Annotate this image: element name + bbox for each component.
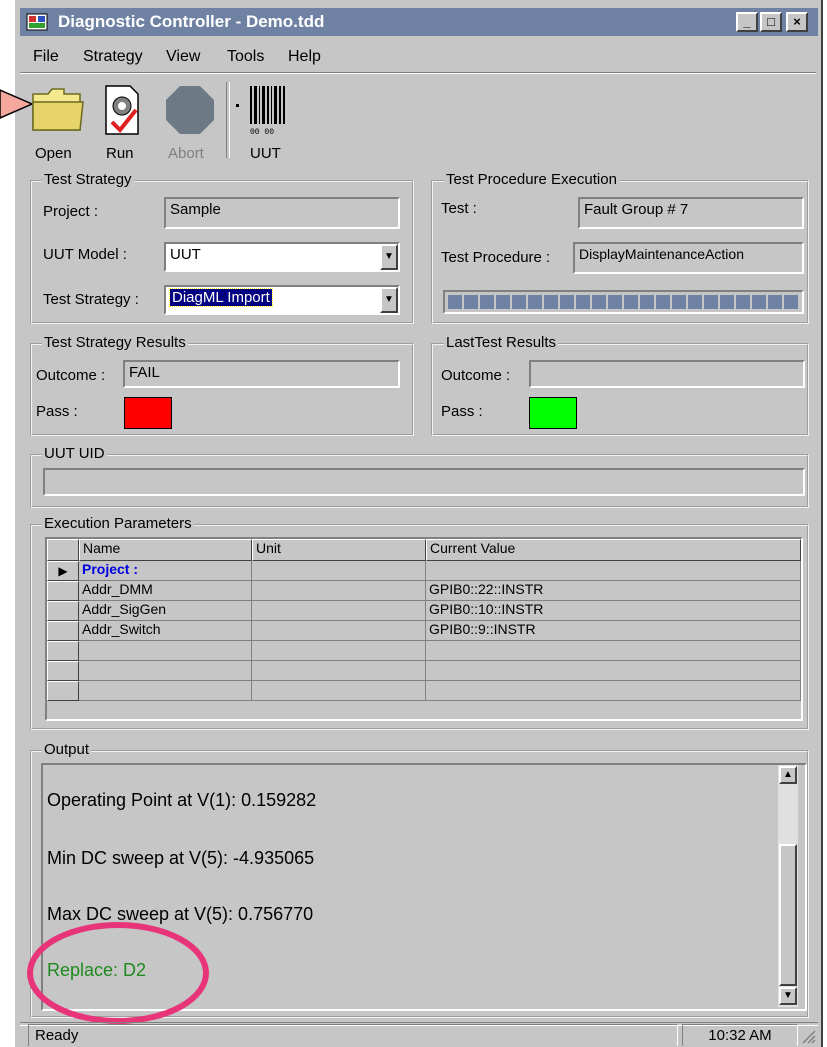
table-cell[interactable]	[79, 641, 252, 661]
maximize-button[interactable]: □	[760, 12, 782, 32]
close-button[interactable]: ×	[786, 12, 808, 32]
svg-text:00 00: 00 00	[250, 128, 274, 136]
test-strategy-value: DiagML Import	[169, 288, 273, 307]
resize-grip-icon[interactable]	[800, 1028, 816, 1044]
window-title: Diagnostic Controller - Demo.tdd	[58, 12, 325, 31]
test-strategy-title: Test Strategy	[42, 171, 134, 188]
table-cell[interactable]	[252, 621, 426, 641]
uut-uid-field	[43, 468, 805, 496]
last-pass-indicator	[529, 397, 577, 429]
strategy-pass-indicator	[124, 397, 172, 429]
menu-divider	[20, 72, 816, 74]
run-label: Run	[106, 145, 134, 162]
table-cell[interactable]	[426, 681, 801, 701]
uut-model-label: UUT Model :	[43, 246, 127, 263]
uut-uid-title: UUT UID	[42, 445, 107, 462]
execution-params-title: Execution Parameters	[42, 515, 194, 532]
table-cell[interactable]	[252, 681, 426, 701]
last-outcome-label: Outcome :	[441, 367, 511, 384]
uut-model-dropdown-icon[interactable]: ▼	[380, 244, 398, 270]
menu-tools[interactable]: Tools	[227, 48, 264, 66]
table-cell[interactable]: GPIB0::9::INSTR	[426, 621, 801, 641]
menu-strategy[interactable]: Strategy	[83, 48, 143, 66]
test-strategy-select[interactable]: DiagML Import	[164, 285, 400, 315]
table-cell[interactable]	[79, 681, 252, 701]
row-selector[interactable]	[47, 681, 79, 701]
minimize-button[interactable]: _	[736, 12, 758, 32]
output-title: Output	[42, 741, 92, 758]
toolbar-separator	[226, 82, 230, 158]
table-cell[interactable]: Addr_DMM	[79, 581, 252, 601]
table-cell[interactable]: Project :	[79, 561, 252, 581]
progress-fill	[448, 295, 799, 309]
current-row-pointer-icon[interactable]: ▶	[47, 561, 79, 581]
last-outcome-field	[529, 360, 805, 388]
strategy-outcome-field: FAIL	[123, 360, 400, 388]
table-cell[interactable]	[252, 581, 426, 601]
test-strategy-label: Test Strategy :	[43, 291, 139, 308]
row-selector[interactable]	[47, 601, 79, 621]
uut-label: UUT	[250, 145, 281, 162]
table-cell[interactable]	[252, 601, 426, 621]
grid-corner	[47, 539, 79, 561]
project-label: Project :	[43, 203, 99, 220]
row-selector[interactable]	[47, 641, 79, 661]
strategy-results-title: Test Strategy Results	[42, 334, 188, 351]
scroll-thumb[interactable]	[779, 844, 797, 986]
table-cell[interactable]	[252, 641, 426, 661]
run-document-icon	[105, 85, 139, 135]
test-procedure-label: Test Procedure :	[441, 249, 551, 266]
output-line: Operating Point at V(1): 0.159282	[47, 790, 317, 810]
table-cell[interactable]	[426, 561, 801, 581]
abort-label: Abort	[168, 145, 204, 162]
app-icon	[26, 13, 48, 31]
status-text: Ready	[28, 1024, 678, 1046]
table-cell[interactable]: Addr_SigGen	[79, 601, 252, 621]
last-results-group	[431, 343, 809, 436]
row-selector[interactable]	[47, 621, 79, 641]
table-cell[interactable]: GPIB0::10::INSTR	[426, 601, 801, 621]
status-clock: 10:32 AM	[682, 1024, 798, 1046]
scroll-up-icon[interactable]: ▲	[779, 766, 797, 784]
strategy-outcome-label: Outcome :	[36, 367, 106, 384]
row-selector[interactable]	[47, 661, 79, 681]
folder-icon	[32, 88, 84, 131]
table-cell[interactable]	[426, 641, 801, 661]
barcode-icon: 00 00	[236, 86, 285, 136]
project-field: Sample	[164, 197, 400, 229]
uut-model-select[interactable]: UUT	[164, 242, 400, 272]
scroll-down-icon[interactable]: ▼	[779, 987, 797, 1005]
last-pass-label: Pass :	[441, 403, 483, 420]
strategy-results-group	[30, 343, 414, 436]
column-header-name[interactable]: Name	[79, 539, 252, 561]
parameters-grid[interactable]: Name Unit Current Value ▶ Project : Addr…	[45, 537, 803, 721]
strategy-pass-label: Pass :	[36, 403, 78, 420]
table-cell[interactable]	[252, 561, 426, 581]
test-procedure-title: Test Procedure Execution	[444, 171, 619, 188]
table-cell[interactable]: GPIB0::22::INSTR	[426, 581, 801, 601]
output-line: Min DC sweep at V(5): -4.935065	[47, 848, 315, 868]
column-header-current-value[interactable]: Current Value	[426, 539, 801, 561]
open-label: Open	[35, 145, 72, 162]
test-label: Test :	[441, 200, 477, 217]
table-cell[interactable]	[426, 661, 801, 681]
table-cell[interactable]	[79, 661, 252, 681]
row-selector[interactable]	[47, 581, 79, 601]
annotation-highlight-circle	[27, 922, 209, 1024]
test-strategy-dropdown-icon[interactable]: ▼	[380, 287, 398, 313]
test-procedure-field: DisplayMaintenanceAction	[573, 242, 804, 274]
menu-help[interactable]: Help	[288, 48, 321, 66]
menu-view[interactable]: View	[166, 48, 200, 66]
test-field: Fault Group # 7	[578, 197, 804, 229]
stop-octagon-icon	[166, 86, 214, 134]
column-header-unit[interactable]: Unit	[252, 539, 426, 561]
table-cell[interactable]: Addr_Switch	[79, 621, 252, 641]
menu-file[interactable]: File	[33, 48, 59, 66]
last-results-title: LastTest Results	[444, 334, 559, 351]
uut-model-value: UUT	[170, 246, 201, 263]
execution-progress-bar	[443, 290, 804, 314]
table-cell[interactable]	[252, 661, 426, 681]
